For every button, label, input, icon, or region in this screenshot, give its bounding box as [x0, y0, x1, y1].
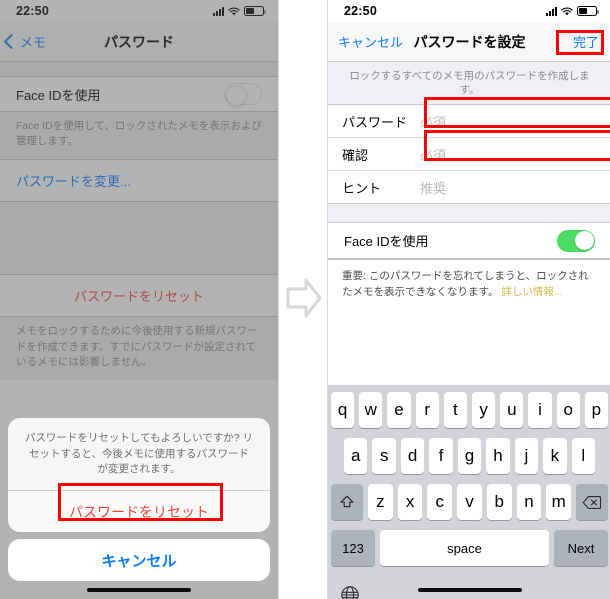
- globe-icon[interactable]: [339, 584, 361, 599]
- return-key[interactable]: Next: [554, 530, 608, 566]
- back-label: メモ: [20, 35, 47, 50]
- status-icons: [546, 6, 599, 16]
- confirm-label: 確認: [342, 147, 369, 163]
- status-bar-left: 22:50: [0, 0, 278, 22]
- keyboard-row-3: z x c v b n m: [328, 484, 610, 520]
- faceid-toggle[interactable]: [224, 83, 262, 106]
- hint-input[interactable]: 推奨: [420, 178, 610, 197]
- nav-bar-right: キャンセル パスワードを設定 完了: [328, 22, 610, 62]
- key-w[interactable]: w: [359, 392, 383, 428]
- cancel-button[interactable]: キャンセル: [328, 32, 403, 51]
- cellular-signal-icon: [546, 6, 557, 16]
- key-c[interactable]: c: [427, 484, 453, 520]
- key-k[interactable]: k: [543, 438, 567, 474]
- faceid-toggle[interactable]: [557, 229, 595, 252]
- key-z[interactable]: z: [367, 484, 393, 520]
- status-time: 22:50: [16, 4, 49, 18]
- battery-icon: [577, 6, 599, 16]
- confirm-input[interactable]: 必須: [420, 145, 610, 164]
- form-group: パスワード 必須 確認 必須 ヒント 推奨: [328, 104, 610, 205]
- key-e[interactable]: e: [387, 392, 411, 428]
- nav-bar-left: メモ パスワード: [0, 22, 278, 62]
- key-d[interactable]: d: [400, 438, 425, 474]
- faceid-label: Face IDを使用: [344, 234, 429, 250]
- shift-icon[interactable]: [330, 484, 363, 520]
- on-screen-keyboard: q w e r t y u i o p a s d f g h j k l z …: [328, 385, 610, 599]
- right-phone-screen: 22:50 キャンセル パスワードを設定 完了 ロックするすべてのメモ用のパスワ…: [327, 0, 610, 599]
- faceid-note: Face IDを使用して、ロックされたメモを表示および管理します。: [16, 120, 262, 148]
- status-bar-right: 22:50: [328, 0, 610, 22]
- key-y[interactable]: y: [472, 392, 496, 428]
- wifi-icon: [228, 7, 240, 16]
- action-sheet-message: パスワードをリセットしてもよろしいですか? リセットすると、今後メモに使用するパ…: [8, 418, 270, 491]
- key-o[interactable]: o: [556, 392, 580, 428]
- chevron-left-icon: [3, 33, 20, 50]
- backspace-icon[interactable]: [576, 484, 609, 520]
- key-v[interactable]: v: [457, 484, 482, 520]
- faceid-row[interactable]: Face IDを使用: [328, 222, 610, 260]
- password-field-row[interactable]: パスワード 必須: [328, 105, 610, 139]
- action-sheet: パスワードをリセットしてもよろしいですか? リセットすると、今後メモに使用するパ…: [0, 417, 278, 599]
- key-l[interactable]: l: [571, 438, 595, 474]
- key-u[interactable]: u: [500, 392, 524, 428]
- confirm-field-row[interactable]: 確認 必須: [328, 138, 610, 172]
- status-time: 22:50: [344, 4, 377, 18]
- numeric-key[interactable]: 123: [331, 530, 375, 566]
- key-m[interactable]: m: [546, 484, 572, 520]
- key-b[interactable]: b: [486, 484, 512, 520]
- key-n[interactable]: n: [516, 484, 542, 520]
- faceid-label: Face IDを使用: [16, 87, 101, 103]
- settings-list-left: Face IDを使用 Face IDを使用して、ロックされたメモを表示および管理…: [0, 62, 278, 381]
- key-g[interactable]: g: [457, 438, 482, 474]
- form-gap: [328, 204, 610, 222]
- reset-note: メモをロックするために今後使用する新規パスワードを作成できます。すでにパスワード…: [16, 325, 258, 368]
- done-button[interactable]: 完了: [573, 32, 599, 51]
- key-j[interactable]: j: [514, 438, 539, 474]
- more-info-link[interactable]: 詳しい情報...: [501, 286, 562, 298]
- back-button[interactable]: メモ: [0, 32, 46, 51]
- reset-password-row[interactable]: パスワードをリセット: [0, 274, 278, 318]
- form-group-header: ロックするすべてのメモ用のパスワードを作成します。: [349, 70, 590, 96]
- key-q[interactable]: q: [330, 392, 355, 428]
- right-arrow-icon: [285, 275, 323, 321]
- key-h[interactable]: h: [486, 438, 510, 474]
- hint-field-row[interactable]: ヒント 推奨: [328, 171, 610, 205]
- key-p[interactable]: p: [584, 392, 609, 428]
- cancel-sheet-button[interactable]: キャンセル: [8, 539, 270, 581]
- status-icons: [213, 6, 266, 16]
- key-r[interactable]: r: [415, 392, 439, 428]
- hint-label: ヒント: [342, 180, 382, 196]
- key-f[interactable]: f: [429, 438, 453, 474]
- keyboard-row-4: 123 space Next: [328, 530, 610, 566]
- left-phone-screen: 22:50 メモ パスワード Face IDを使用 Face IDを使用して、ロ…: [0, 0, 279, 599]
- change-password-link[interactable]: パスワードを変更...: [0, 159, 278, 203]
- home-indicator[interactable]: [417, 588, 522, 592]
- cellular-signal-icon: [213, 6, 224, 16]
- key-s[interactable]: s: [372, 438, 396, 474]
- faceid-row[interactable]: Face IDを使用: [0, 76, 278, 112]
- wifi-icon: [561, 7, 573, 16]
- key-a[interactable]: a: [344, 438, 368, 474]
- password-label: パスワード: [342, 114, 408, 130]
- password-warning: 重要: このパスワードを忘れてしまうと、ロックされたメモを表示できなくなります。…: [328, 259, 610, 356]
- password-input[interactable]: 必須: [420, 112, 610, 131]
- list-gap: [0, 202, 278, 274]
- password-form: ロックするすべてのメモ用のパスワードを作成します。 パスワード 必須 確認 必須…: [328, 62, 610, 356]
- screenshot-stage: 22:50 メモ パスワード Face IDを使用 Face IDを使用して、ロ…: [0, 0, 610, 599]
- key-i[interactable]: i: [528, 392, 552, 428]
- keyboard-row-2: a s d f g h j k l: [328, 438, 610, 474]
- key-t[interactable]: t: [443, 392, 467, 428]
- action-sheet-panel: パスワードをリセットしてもよろしいですか? リセットすると、今後メモに使用するパ…: [8, 417, 270, 532]
- reset-password-sheet-button[interactable]: パスワードをリセット: [8, 491, 270, 532]
- battery-icon: [244, 6, 266, 16]
- keyboard-row-1: q w e r t y u i o p: [328, 392, 610, 428]
- space-key[interactable]: space: [380, 530, 549, 566]
- home-indicator[interactable]: [87, 588, 191, 592]
- key-x[interactable]: x: [397, 484, 423, 520]
- list-top-spacer: [0, 62, 278, 76]
